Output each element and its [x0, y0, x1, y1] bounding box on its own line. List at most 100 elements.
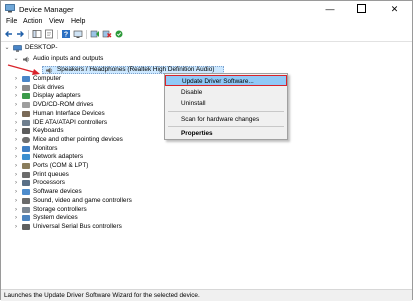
svg-text:?: ? [64, 32, 68, 39]
hid-icon [22, 110, 30, 117]
menu-file[interactable]: File [6, 18, 17, 25]
menu-item-scan-hardware[interactable]: Scan for hardware changes [165, 114, 287, 125]
expand-chevron-icon[interactable]: › [13, 214, 19, 222]
category-label: Processors [33, 179, 65, 187]
menu-view[interactable]: View [49, 18, 64, 25]
maximize-icon [356, 4, 366, 14]
collapse-chevron-icon[interactable]: ⌄ [13, 55, 19, 63]
sound-controller-icon [22, 197, 30, 204]
category-ports[interactable]: › Ports (COM & LPT) [1, 162, 301, 171]
category-label: IDE ATA/ATAPI controllers [33, 118, 108, 126]
port-icon [22, 163, 30, 169]
menu-help[interactable]: Help [71, 18, 85, 25]
properties-icon[interactable] [44, 29, 54, 39]
menu-separator [168, 111, 284, 112]
category-processors[interactable]: › Processors [1, 179, 301, 188]
ide-controller-icon [22, 119, 30, 126]
monitor-icon [22, 145, 30, 152]
category-label: Network adapters [33, 153, 84, 161]
expand-chevron-icon[interactable]: › [13, 188, 19, 196]
printer-icon [22, 171, 30, 178]
status-bar: Launches the Update Driver Software Wiza… [1, 289, 412, 301]
expand-chevron-icon[interactable]: › [13, 145, 19, 153]
menu-bar: File Action View Help [1, 17, 412, 28]
expand-chevron-icon[interactable]: › [13, 179, 19, 187]
title-bar: Device Manager — ✕ [1, 1, 412, 17]
menu-item-update-driver[interactable]: Update Driver Software... [165, 75, 287, 86]
storage-controller-icon [22, 206, 30, 213]
processor-icon [22, 180, 30, 187]
category-label: Print queues [33, 170, 69, 178]
category-storage-controllers[interactable]: › Storage controllers [1, 206, 301, 215]
collapse-chevron-icon[interactable]: ⌄ [4, 44, 10, 52]
menu-item-properties[interactable]: Properties [165, 128, 287, 139]
disk-drive-icon [22, 84, 30, 91]
uninstall-device-icon[interactable] [102, 29, 112, 39]
forward-icon[interactable] [15, 29, 25, 39]
expand-chevron-icon[interactable]: › [13, 127, 19, 135]
expand-chevron-icon[interactable]: › [13, 101, 19, 109]
tree-root[interactable]: ⌄ DESKTOP- [1, 44, 301, 53]
computer-name: DESKTOP- [25, 44, 58, 51]
expand-chevron-icon[interactable]: › [13, 92, 19, 100]
speaker-icon [23, 56, 30, 63]
toolbar-separator [86, 30, 87, 39]
category-label: Monitors [33, 144, 58, 152]
category-monitors[interactable]: › Monitors [1, 145, 301, 154]
menu-item-label: Properties [181, 130, 213, 137]
software-device-icon [22, 189, 30, 196]
expand-chevron-icon[interactable]: › [13, 110, 19, 118]
category-network-adapters[interactable]: › Network adapters [1, 153, 301, 162]
expand-chevron-icon[interactable]: › [13, 84, 19, 92]
category-sound-video-game-controllers[interactable]: › Sound, video and game controllers [1, 197, 301, 206]
enable-device-icon[interactable] [114, 29, 124, 39]
show-hide-console-tree-icon[interactable] [32, 29, 42, 39]
expand-chevron-icon[interactable]: › [13, 197, 19, 205]
system-device-icon [22, 215, 30, 222]
annotation-arrow-icon [7, 64, 40, 75]
update-driver-icon[interactable] [90, 29, 100, 39]
help-icon[interactable]: ? [61, 29, 71, 39]
category-label: DVD/CD-ROM drives [33, 101, 94, 109]
scan-hardware-icon[interactable] [73, 29, 83, 39]
expand-chevron-icon[interactable]: › [13, 223, 19, 231]
network-adapter-icon [22, 154, 30, 161]
category-software-devices[interactable]: › Software devices [1, 188, 301, 197]
expand-chevron-icon[interactable]: › [13, 119, 19, 127]
computer-icon [13, 45, 22, 52]
speaker-icon [46, 67, 53, 74]
category-label: Keyboards [33, 127, 64, 135]
category-label: Sound, video and game controllers [33, 196, 132, 204]
toolbar: ? [1, 28, 412, 42]
menu-separator [168, 126, 284, 127]
category-system-devices[interactable]: › System devices [1, 214, 301, 223]
category-label: Audio inputs and outputs [33, 55, 104, 62]
menu-item-disable[interactable]: Disable [165, 87, 287, 98]
maximize-button[interactable] [346, 1, 376, 17]
expand-chevron-icon[interactable]: › [13, 162, 19, 170]
category-label: Disk drives [33, 83, 65, 91]
keyboard-icon [22, 128, 30, 135]
display-adapter-icon [22, 93, 30, 100]
menu-item-uninstall[interactable]: Uninstall [165, 98, 287, 109]
expand-chevron-icon[interactable]: › [13, 171, 19, 179]
mouse-icon [22, 136, 30, 143]
device-manager-app-icon [5, 4, 15, 13]
expand-chevron-icon[interactable]: › [13, 153, 19, 161]
menu-action[interactable]: Action [23, 18, 42, 25]
expand-chevron-icon[interactable]: › [13, 206, 19, 214]
window-title: Device Manager [19, 5, 74, 14]
category-print-queues[interactable]: › Print queues [1, 171, 301, 180]
close-button[interactable]: ✕ [377, 1, 412, 17]
expand-chevron-icon[interactable]: › [13, 136, 19, 144]
category-label: Universal Serial Bus controllers [33, 222, 122, 230]
category-usb-controllers[interactable]: › Universal Serial Bus controllers [1, 223, 301, 232]
category-audio-inputs-outputs[interactable]: ⌄ Audio inputs and outputs [1, 55, 301, 64]
category-label: Software devices [33, 188, 82, 196]
category-label: Display adapters [33, 92, 81, 100]
device-manager-window: Device Manager — ✕ File Action View Help… [0, 0, 413, 301]
back-icon[interactable] [4, 29, 14, 39]
minimize-button[interactable]: — [315, 1, 345, 17]
dvd-drive-icon [22, 102, 30, 109]
menu-item-label: Uninstall [181, 100, 206, 107]
